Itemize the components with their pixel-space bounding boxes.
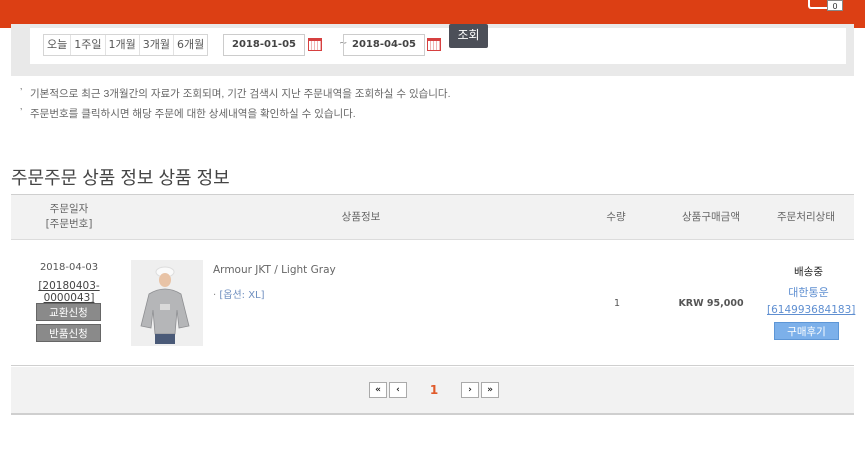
exchange-request-button[interactable]: 교환신청	[36, 303, 101, 321]
product-photo-icon	[131, 260, 203, 346]
order-table: 주문일자 [주문번호] 상품정보 수량 상품구매금액 주문처리상태 2018-0…	[11, 194, 855, 366]
first-page-button[interactable]: «	[369, 382, 387, 398]
last-page-button[interactable]: »	[481, 382, 499, 398]
table-header: 주문일자 [주문번호] 상품정보 수량 상품구매금액 주문처리상태	[11, 194, 854, 240]
carrier-link[interactable]: 대한통운	[771, 284, 846, 300]
end-calendar-icon[interactable]	[427, 38, 441, 51]
period-6month-button[interactable]: 6개월	[174, 35, 208, 55]
price-value: KRW 95,000	[678, 298, 744, 309]
start-date-input[interactable]: 2018-01-05	[223, 34, 305, 56]
next-page-button[interactable]: ›	[461, 382, 479, 398]
note-item: 기본적으로 최근 3개월간의 자료가 조회되며, 기간 검색시 지난 주문내역을…	[18, 84, 451, 106]
period-button-group: 오늘 1주일 1개월 3개월 6개월	[43, 34, 209, 56]
cart-count-badge: 0	[827, 0, 843, 11]
quantity-value: 1	[613, 298, 621, 309]
query-button[interactable]: 조회	[449, 24, 488, 48]
section-title: 주문주문 상품 정보 상품 정보	[11, 168, 230, 188]
header-quantity: 수량	[606, 210, 626, 223]
order-search-panel: 오늘 1주일 1개월 3개월 6개월 2018-01-05 ~ 2018-04-…	[11, 24, 854, 76]
return-request-button[interactable]: 반품신청	[36, 324, 101, 342]
period-today-button[interactable]: 오늘	[44, 35, 72, 55]
order-search-inner: 오늘 1주일 1개월 3개월 6개월 2018-01-05 ~ 2018-04-…	[30, 28, 846, 64]
tracking-number-link[interactable]: [614993684183]	[767, 304, 855, 316]
info-notes: 기본적으로 최근 3개월간의 자료가 조회되며, 기간 검색시 지난 주문내역을…	[18, 84, 451, 126]
period-3month-button[interactable]: 3개월	[139, 35, 174, 55]
product-name-link[interactable]: Armour JKT / Light Gray	[213, 264, 336, 276]
header-order-date: 주문일자 [주문번호]	[11, 195, 127, 239]
product-thumbnail[interactable]	[131, 260, 203, 346]
order-number-link[interactable]: [20180403-0000043]	[17, 280, 121, 304]
order-date: 2018-04-03	[39, 262, 99, 273]
current-page-number[interactable]: 1	[428, 382, 440, 398]
pagination: « ‹ 1 › »	[11, 367, 854, 415]
header-order-date-line2: [주문번호]	[45, 218, 93, 230]
header-product-info: 상품정보	[341, 210, 381, 223]
header-order-status: 주문처리상태	[777, 210, 835, 223]
header-price: 상품구매금액	[682, 210, 740, 223]
status-text: 배송중	[794, 266, 823, 278]
table-row: 2018-04-03 [20180403-0000043] 교환신청 반품신청 …	[11, 240, 855, 366]
period-1week-button[interactable]: 1주일	[71, 35, 106, 55]
product-option-text: [옵션: XL]	[219, 290, 265, 301]
write-review-button[interactable]: 구매후기	[774, 322, 839, 340]
product-option: · [옵션: XL]	[213, 286, 265, 301]
start-calendar-icon[interactable]	[308, 38, 322, 51]
header-order-date-line1: 주문일자	[49, 203, 89, 215]
prev-page-button[interactable]: ‹	[389, 382, 407, 398]
note-item: 주문번호를 클릭하시면 해당 주문에 대한 상세내역을 확인하실 수 있습니다.	[18, 104, 451, 126]
end-date-input[interactable]: 2018-04-05	[343, 34, 425, 56]
period-1month-button[interactable]: 1개월	[105, 35, 140, 55]
